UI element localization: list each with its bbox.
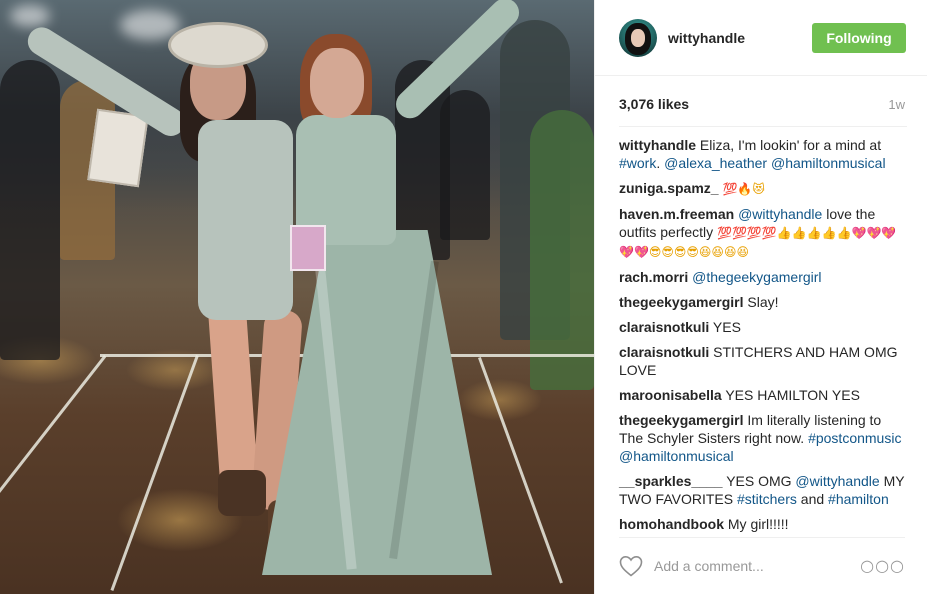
comment-username[interactable]: rach.morri — [619, 269, 688, 285]
person-right-gown-skirt — [262, 230, 492, 575]
carried-box — [87, 108, 149, 188]
post-sidebar: wittyhandle Following 3,076 likes 1w wit… — [594, 0, 927, 594]
post-timestamp[interactable]: 1w — [888, 97, 905, 112]
comment-link[interactable]: @hamiltonmusical — [619, 448, 734, 464]
floor-tape — [0, 355, 107, 562]
background-person — [0, 60, 60, 360]
avatar-face — [631, 28, 645, 47]
floor-tape — [478, 356, 563, 584]
comment-text: Slay! — [747, 294, 779, 310]
ceiling-light — [10, 5, 50, 27]
person-right-face — [310, 48, 364, 118]
comment-text: YES HAMILTON YES — [725, 387, 860, 403]
likes-count[interactable]: 3,076 likes — [619, 96, 689, 112]
comment-item: wittyhandle Eliza, I'm lookin' for a min… — [619, 136, 907, 172]
comment-username[interactable]: claraisnotkuli — [619, 319, 709, 335]
add-comment-bar: ○○○ — [619, 537, 905, 593]
comment-item: thegeekygamergirl Slay! — [619, 293, 907, 311]
more-options-icon[interactable]: ○○○ — [860, 556, 905, 575]
comment-item: homohandbook My girl!!!!! — [619, 515, 907, 533]
lanyard-badge — [290, 225, 326, 271]
comment-item: thegeekygamergirl Im literally listening… — [619, 411, 907, 465]
background-person — [440, 90, 490, 240]
comment-text: My girl!!!!! — [727, 516, 789, 532]
comments-list: wittyhandle Eliza, I'm lookin' for a min… — [619, 126, 907, 540]
person-left-hat — [168, 22, 268, 68]
comment-text: YES — [712, 319, 741, 335]
comment-text: and — [796, 491, 829, 507]
comment-link[interactable]: #postconmusic — [808, 430, 901, 446]
comment-username[interactable]: maroonisabella — [619, 387, 722, 403]
comment-link[interactable]: #work — [619, 155, 656, 171]
comment-username[interactable]: homohandbook — [619, 516, 724, 532]
add-comment-input[interactable] — [654, 557, 854, 574]
comment-text: YES OMG — [726, 473, 796, 489]
comment-item: __sparkles____ YES OMG @wittyhandle MY T… — [619, 472, 907, 508]
person-left-leg — [207, 298, 259, 492]
person-left-boot — [218, 470, 266, 516]
comment-link[interactable]: @thegeekygamergirl — [692, 269, 821, 285]
comment-item: rach.morri @thegeekygamergirl — [619, 268, 907, 286]
post-photo[interactable] — [0, 0, 594, 594]
heart-outline-icon[interactable] — [619, 555, 643, 577]
comment-text: . — [656, 155, 665, 171]
comment-username[interactable]: thegeekygamergirl — [619, 294, 744, 310]
following-button[interactable]: Following — [812, 22, 906, 53]
post-author-username[interactable]: wittyhandle — [668, 30, 745, 46]
comment-username[interactable]: claraisnotkuli — [619, 344, 709, 360]
comment-link[interactable]: @hamiltonmusical — [771, 155, 886, 171]
comment-item: zuniga.spamz_ 💯🔥😻 — [619, 179, 907, 198]
person-left-dress — [198, 120, 293, 320]
avatar[interactable] — [619, 18, 657, 57]
comment-link[interactable]: @wittyhandle — [795, 473, 879, 489]
comment-text: Eliza, I'm lookin' for a mind at — [699, 137, 882, 153]
floor-tape — [110, 355, 199, 591]
comment-link[interactable]: @alexa_heather — [664, 155, 767, 171]
post-meta: 3,076 likes 1w — [619, 96, 905, 112]
comment-username[interactable]: thegeekygamergirl — [619, 412, 744, 428]
comment-item: claraisnotkuli YES — [619, 318, 907, 336]
comment-item: maroonisabella YES HAMILTON YES — [619, 386, 907, 404]
comment-emoji: 💯🔥😻 — [722, 182, 765, 196]
comment-username[interactable]: __sparkles____ — [619, 473, 723, 489]
comment-username[interactable]: zuniga.spamz_ — [619, 180, 719, 196]
background-person — [530, 110, 594, 390]
post-header: wittyhandle Following — [595, 0, 927, 76]
comment-link[interactable]: @wittyhandle — [738, 206, 822, 222]
comment-link[interactable]: #stitchers — [737, 491, 797, 507]
comment-item: haven.m.freeman @wittyhandle love the ou… — [619, 205, 907, 261]
comment-username[interactable]: wittyhandle — [619, 137, 696, 153]
comment-item: claraisnotkuli STITCHERS AND HAM OMG LOV… — [619, 343, 907, 379]
comment-link[interactable]: #hamilton — [828, 491, 889, 507]
comment-username[interactable]: haven.m.freeman — [619, 206, 734, 222]
